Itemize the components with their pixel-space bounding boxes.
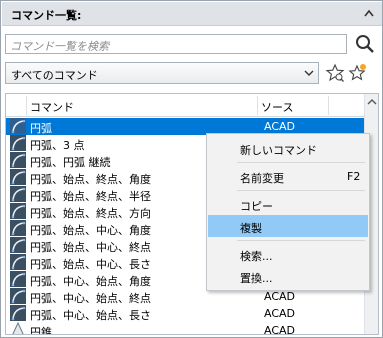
arc-icon (10, 220, 26, 236)
column-header-source[interactable]: ソース (261, 99, 293, 115)
context-menu: 新しいコマンド 名前変更 F2 コピー複製検索... 置換... (206, 133, 370, 291)
panel-title-bar: コマンド一覧: (2, 2, 382, 26)
menu-item-rename[interactable]: 名前変更 F2 (208, 165, 368, 187)
command-name: 円弧、中心、始点、長さ (30, 309, 151, 322)
menu-item-replace[interactable]: 置換... (208, 265, 368, 287)
filter-favorites-icon[interactable] (325, 63, 345, 83)
arc-icon (10, 203, 26, 219)
search-placeholder: コマンド一覧を検索 (10, 40, 109, 53)
command-name: 円錐 (30, 326, 52, 335)
command-name: 円弧、始点、中心、長さ (30, 258, 151, 271)
menu-item-label: 検索... (240, 250, 273, 263)
arc-icon (10, 288, 26, 304)
arc-icon (10, 254, 26, 270)
menu-separator (237, 190, 365, 191)
menu-item-copy[interactable]: コピー (208, 193, 368, 215)
panel-title: コマンド一覧: (11, 9, 82, 22)
menu-item-label: 新しいコマンド (240, 144, 317, 157)
command-name: 円弧、始点、中心、角度 (30, 224, 151, 237)
list-header: コマンド ソース (6, 94, 364, 117)
arc-icon (10, 186, 26, 202)
arc-icon (10, 135, 26, 151)
menu-item-shortcut: F2 (347, 170, 361, 183)
command-name: 円弧、円弧 継続 (30, 156, 111, 169)
command-name: 円弧、3 点 (30, 139, 85, 152)
menu-item-duplicate[interactable]: 複製 (208, 215, 368, 237)
table-row[interactable]: 円錐 ACAD (6, 321, 364, 335)
menu-item-new-command[interactable]: 新しいコマンド (208, 137, 368, 159)
scroll-up-icon[interactable] (362, 5, 376, 21)
arc-icon (10, 169, 26, 185)
menu-item-label: 名前変更 (240, 172, 284, 185)
search-input[interactable]: コマンド一覧を検索 (5, 34, 347, 54)
scroll-up-arrow-icon[interactable] (367, 98, 377, 106)
arc-icon (10, 152, 26, 168)
table-row[interactable]: 円弧、中心、始点、長さ ACAD (6, 305, 364, 322)
command-name: 円弧、始点、終点、角度 (30, 173, 151, 186)
command-name: 円弧、始点、中心、終点 (30, 241, 151, 254)
command-name: 円弧、始点、終点、半径 (30, 190, 151, 203)
arc-icon (10, 118, 26, 134)
arc-icon (10, 271, 26, 287)
cone-icon (10, 321, 26, 334)
menu-separator (237, 162, 365, 163)
command-source: ACAD (264, 324, 296, 335)
search-icon[interactable] (353, 32, 377, 56)
menu-item-label: 複製 (240, 222, 262, 235)
menu-separator (237, 240, 365, 241)
arc-icon (10, 305, 26, 321)
command-filter-dropdown[interactable]: すべてのコマンド (5, 62, 319, 84)
menu-item-label: 置換... (240, 272, 273, 285)
command-source: ACAD (264, 290, 296, 303)
chevron-down-icon (304, 70, 314, 76)
command-source: ACAD (264, 307, 296, 320)
filter-selected-value: すべてのコマンド (11, 69, 98, 82)
command-list-panel: コマンド一覧: コマンド一覧を検索 すべてのコマンド コマンド ソース 円弧 A… (0, 0, 383, 338)
command-name: 円弧、始点、終点、方向 (30, 207, 151, 220)
menu-item-search[interactable]: 検索... (208, 243, 368, 265)
arc-icon (10, 237, 26, 253)
column-header-command[interactable]: コマンド (30, 99, 74, 115)
add-favorite-star-icon[interactable] (347, 63, 367, 83)
command-name: 円弧 (30, 122, 52, 135)
menu-item-label: コピー (240, 200, 273, 213)
command-name: 円弧、中心、始点、角度 (30, 275, 151, 288)
command-source: ACAD (264, 120, 296, 133)
command-name: 円弧、中心、始点、終点 (30, 292, 151, 305)
